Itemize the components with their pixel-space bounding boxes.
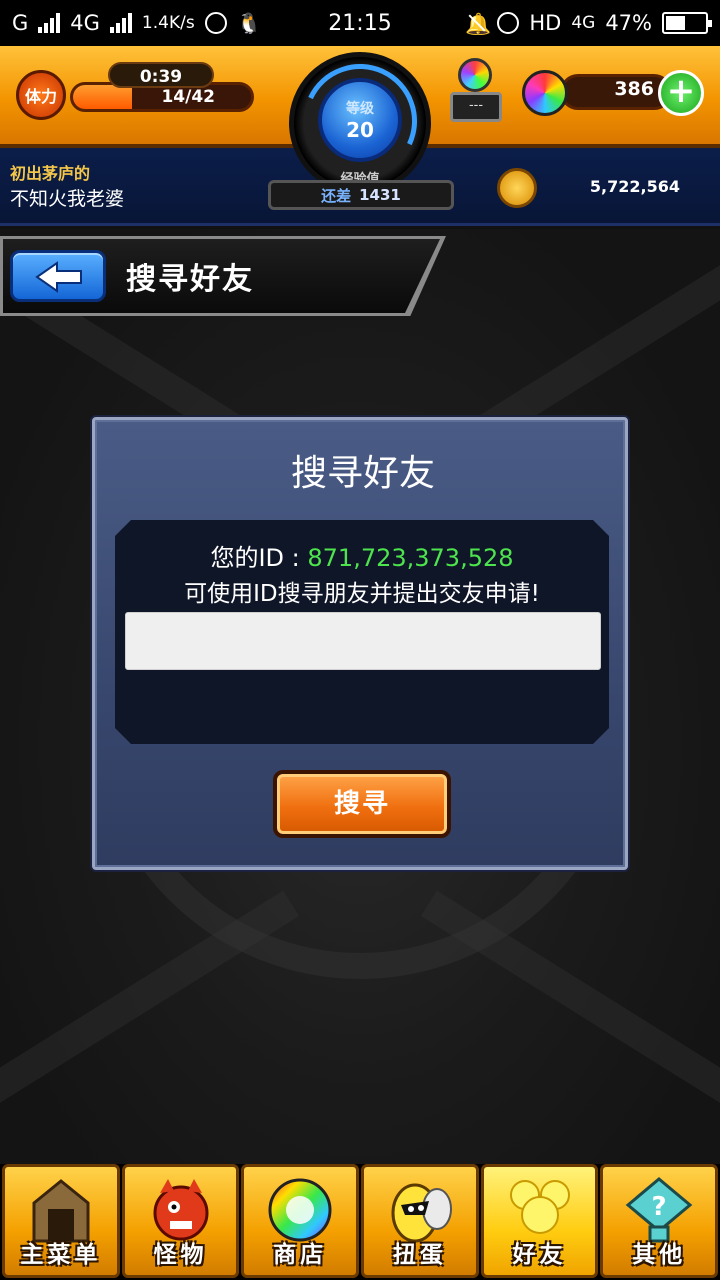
- add-gems-button[interactable]: +: [658, 70, 704, 116]
- nav-label: 怪物: [153, 1242, 208, 1268]
- id-value: 871,723,373,528: [307, 544, 514, 572]
- dialog-title: 搜寻好友: [290, 453, 435, 494]
- nav-label: 商店: [273, 1242, 328, 1268]
- battery-icon: [662, 12, 712, 34]
- nav-other[interactable]: ? 其他: [600, 1164, 719, 1278]
- clock: 21:15: [328, 10, 392, 36]
- player-name: 不知火我老婆: [10, 188, 125, 210]
- svg-text:?: ?: [652, 1192, 667, 1222]
- back-button[interactable]: [10, 250, 106, 302]
- friend-id-input[interactable]: [125, 612, 601, 670]
- network-label: 4G: [70, 11, 100, 35]
- coin-count: 5,722,564: [589, 177, 680, 196]
- badge-orb-icon: [458, 58, 492, 92]
- search-button[interactable]: 搜寻: [273, 770, 451, 838]
- dialog-content: 您的ID : 871,723,373,528 可使用ID搜寻朋友并提出交友申请!: [115, 520, 609, 744]
- nav-label: 好友: [512, 1242, 567, 1268]
- search-hint: 可使用ID搜寻朋友并提出交友申请!: [184, 581, 540, 607]
- status-bar: G 4G 1.4K/s 🐧 21:15 🔔 HD 4G 47%: [0, 0, 720, 46]
- badge-placeholder: ---: [450, 92, 502, 122]
- level-label: 等级: [346, 101, 374, 117]
- rainbow-orb-icon: [522, 70, 568, 116]
- player-title: 初出茅庐的: [10, 164, 91, 183]
- nav-label: 其他: [632, 1242, 687, 1268]
- stamina-fill: [73, 85, 133, 109]
- bottom-navigation: 主菜单 怪物 商店 扭蛋 好友 ? 其他: [0, 1164, 720, 1280]
- nav-monsters[interactable]: 怪物: [121, 1164, 240, 1278]
- signal-icon-2: [109, 13, 132, 33]
- stamina-timer: 0:39: [108, 62, 214, 88]
- gold-coin-icon: [497, 168, 537, 208]
- carrier-label: G: [12, 11, 29, 35]
- signal-icon: [38, 13, 61, 33]
- stamina-icon: 体力: [16, 70, 66, 120]
- page-title: 搜寻好友: [126, 262, 254, 297]
- alarm-icon: [497, 12, 520, 34]
- hd-label: HD: [529, 11, 562, 35]
- network-label-right: 4G: [571, 13, 596, 33]
- back-arrow-icon: [35, 261, 82, 293]
- page-header: 搜寻好友: [0, 236, 446, 316]
- badge-slot[interactable]: ---: [450, 58, 502, 124]
- id-label: 您的ID :: [210, 544, 308, 572]
- nav-gacha[interactable]: 扭蛋: [361, 1164, 479, 1278]
- nav-label: 扭蛋: [392, 1242, 447, 1268]
- qq-icon: 🐧: [236, 11, 262, 35]
- exp-remaining-value: 1431: [359, 186, 401, 204]
- exp-remaining-label: 还差: [321, 186, 352, 205]
- nav-friends[interactable]: 好友: [480, 1164, 599, 1278]
- level-value: 20: [346, 118, 374, 142]
- your-id-line: 您的ID : 871,723,373,528: [115, 538, 609, 573]
- level-badge[interactable]: 等级 20: [318, 78, 402, 162]
- search-friend-dialog: 搜寻好友 您的ID : 871,723,373,528 可使用ID搜寻朋友并提出…: [92, 417, 628, 870]
- nav-label: 主菜单: [20, 1242, 102, 1268]
- gem-count: 386: [614, 78, 654, 100]
- exp-remaining: 还差 1431: [268, 180, 454, 210]
- net-speed: 1.4K/s: [141, 13, 195, 33]
- mute-icon: 🔔: [465, 12, 492, 36]
- battery-percent: 47%: [605, 11, 652, 35]
- sync-icon: [204, 12, 227, 34]
- nav-shop[interactable]: 商店: [241, 1164, 360, 1278]
- nav-main-menu[interactable]: 主菜单: [2, 1164, 120, 1278]
